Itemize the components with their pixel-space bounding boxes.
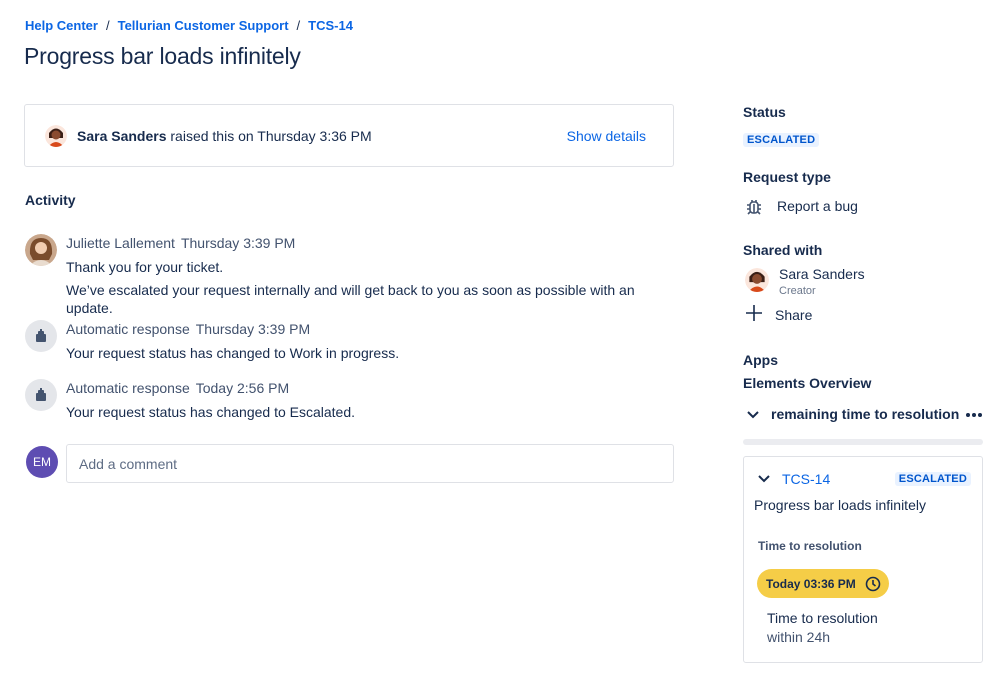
activity-author: Juliette Lallement bbox=[66, 235, 175, 251]
more-options-icon[interactable] bbox=[965, 405, 983, 423]
status-badge: ESCALATED bbox=[894, 472, 971, 486]
shared-person: Sara Sanders Creator bbox=[743, 266, 865, 299]
raised-by-panel: Sara Sanders raised this on Thursday 3:3… bbox=[24, 104, 674, 167]
shared-person-role: Creator bbox=[779, 285, 816, 297]
sla-goal-title: Time to resolution bbox=[767, 610, 878, 626]
automation-bot-icon bbox=[25, 320, 57, 352]
activity-body: Automatic response Thursday 3:39 PM Your … bbox=[66, 320, 399, 362]
remaining-time-label: remaining time to resolution bbox=[771, 406, 960, 422]
bug-icon bbox=[743, 195, 765, 217]
status-badge: ESCALATED bbox=[743, 133, 820, 147]
card-ticket-key[interactable]: TCS-14 bbox=[782, 471, 830, 487]
status-label: Status bbox=[743, 104, 786, 120]
sla-due-time: Today 03:36 PM bbox=[766, 576, 856, 591]
activity-time: Thursday 3:39 PM bbox=[180, 235, 296, 251]
breadcrumb-help-center[interactable]: Help Center bbox=[25, 18, 98, 33]
activity-text: Your request status has changed to Work … bbox=[66, 345, 400, 361]
activity-author: Automatic response bbox=[66, 321, 190, 337]
avatar bbox=[45, 124, 67, 147]
reporter-name: Sara Sanders bbox=[77, 127, 167, 144]
activity-header: Juliette Lallement Thursday 3:39 PM bbox=[66, 234, 685, 252]
apps-label: Apps bbox=[743, 352, 778, 368]
breadcrumb-separator: / bbox=[105, 18, 110, 33]
activity-header: Automatic response Thursday 3:39 PM bbox=[66, 320, 399, 338]
activity-body: Juliette Lallement Thursday 3:39 PM Thank… bbox=[66, 234, 685, 317]
request-type-row: Report a bug bbox=[743, 195, 858, 217]
card-header: TCS-14 ESCALATED bbox=[758, 470, 971, 488]
request-type-label: Request type bbox=[743, 169, 831, 185]
avatar bbox=[25, 234, 57, 266]
activity-text: We’ve escalated your request internally … bbox=[66, 282, 635, 316]
shared-with-label: Shared with bbox=[743, 242, 823, 258]
breadcrumb-ticket-key[interactable]: TCS-14 bbox=[308, 18, 353, 33]
raised-text: Sara Sanders raised this on Thursday 3:3… bbox=[77, 128, 372, 144]
elements-overview-label: Elements Overview bbox=[743, 375, 872, 391]
request-type-value: Report a bug bbox=[777, 198, 858, 214]
ttr-label: Time to resolution bbox=[758, 539, 862, 553]
raised-info: raised this on Thursday 3:36 PM bbox=[166, 127, 372, 144]
clock-icon bbox=[865, 576, 881, 592]
activity-header: Automatic response Today 2:56 PM bbox=[66, 379, 355, 397]
divider bbox=[743, 439, 983, 445]
plus-icon bbox=[745, 303, 763, 327]
activity-heading: Activity bbox=[25, 192, 76, 208]
current-user-avatar: EM bbox=[26, 446, 58, 478]
breadcrumb: Help Center / Tellurian Customer Support… bbox=[25, 18, 353, 33]
chevron-down-icon[interactable] bbox=[758, 470, 770, 488]
comment-input[interactable] bbox=[66, 444, 674, 483]
avatar bbox=[745, 268, 769, 292]
share-button[interactable]: Share bbox=[743, 303, 812, 327]
sla-goal: Time to resolution within 24h bbox=[767, 609, 878, 647]
remaining-time-toggle[interactable]: remaining time to resolution bbox=[743, 405, 983, 423]
activity-text: Thank you for your ticket. bbox=[66, 259, 224, 275]
card-title: Progress bar loads infinitely bbox=[754, 497, 926, 513]
activity-body: Automatic response Today 2:56 PM Your req… bbox=[66, 379, 355, 421]
page-title: Progress bar loads infinitely bbox=[24, 43, 301, 69]
breadcrumb-separator: / bbox=[296, 18, 301, 33]
activity-time: Thursday 3:39 PM bbox=[195, 321, 311, 337]
activity-text: Your request status has changed to Escal… bbox=[66, 404, 356, 420]
shared-person-info: Sara Sanders Creator bbox=[779, 266, 865, 299]
activity-author: Automatic response bbox=[66, 380, 190, 396]
shared-person-name: Sara Sanders bbox=[779, 266, 865, 282]
status-container: ESCALATED bbox=[743, 130, 820, 148]
share-label: Share bbox=[775, 307, 813, 323]
chevron-down-icon bbox=[747, 406, 759, 422]
sla-card: TCS-14 ESCALATED Progress bar loads infi… bbox=[743, 456, 983, 663]
sla-due-pill: Today 03:36 PM bbox=[757, 569, 889, 598]
breadcrumb-service-project[interactable]: Tellurian Customer Support bbox=[118, 18, 289, 33]
sla-goal-sub: within 24h bbox=[767, 629, 831, 645]
activity-time: Today 2:56 PM bbox=[195, 380, 290, 396]
show-details-link[interactable]: Show details bbox=[567, 128, 653, 144]
automation-bot-icon bbox=[25, 379, 57, 411]
